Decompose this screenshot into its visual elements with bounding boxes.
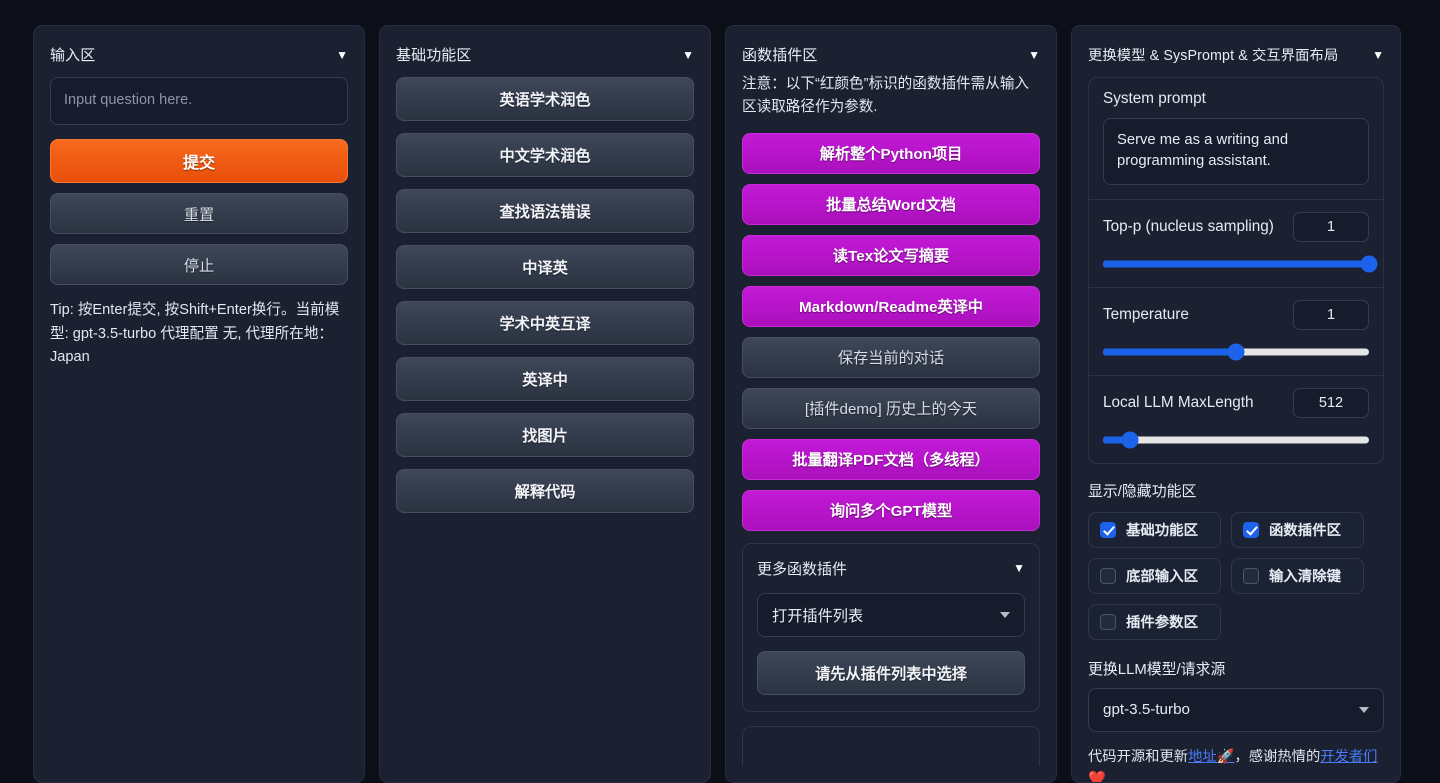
slider-fill [1103, 260, 1369, 268]
plugin-panel: 函数插件区 ▼ 注意：以下“红颜色”标识的函数插件需从输入区读取路径作为参数. … [725, 25, 1057, 783]
top-p-label: Top-p (nucleus sampling) [1103, 217, 1274, 235]
model-params-group: System prompt Serve me as a writing and … [1088, 77, 1384, 464]
toggle-clear-input[interactable]: 输入清除键 [1231, 557, 1364, 594]
slider-track [1103, 436, 1369, 444]
basic-function-button[interactable]: 查找语法错误 [396, 189, 694, 233]
settings-panel-header[interactable]: 更换模型 & SysPrompt & 交互界面布局 ▼ [1088, 40, 1384, 77]
basic-function-button[interactable]: 英译中 [396, 357, 694, 401]
toggle-plugins[interactable]: 函数插件区 [1231, 511, 1364, 548]
slider-knob[interactable] [1121, 431, 1139, 449]
plugin-button[interactable]: 批量翻译PDF文档（多线程） [742, 438, 1040, 480]
plugin-panel-header[interactable]: 函数插件区 ▼ [742, 40, 1040, 77]
plugin-button[interactable]: 解析整个Python项目 [742, 132, 1040, 174]
maxlength-row: Local LLM MaxLength 512 [1089, 374, 1383, 463]
panel-title: 函数插件区 [742, 47, 818, 64]
visibility-toggles-section: 显示/隐藏功能区 基础功能区 函数插件区 底部输入区 输入清除键 插件参数区 [1088, 480, 1384, 640]
chevron-down-icon [1000, 611, 1010, 618]
submit-button[interactable]: 提交 [50, 139, 348, 183]
plugin-list-select[interactable]: 打开插件列表 [757, 592, 1025, 637]
toggle-label: 底部输入区 [1126, 569, 1198, 586]
panel-title: 基础功能区 [396, 47, 472, 64]
maxlength-slider[interactable] [1103, 431, 1369, 449]
chevron-down-icon[interactable]: ▼ [1024, 49, 1040, 61]
slider-knob[interactable] [1227, 343, 1245, 361]
model-select[interactable]: gpt-3.5-turbo [1088, 687, 1384, 732]
more-plugins-header[interactable]: 更多函数插件 ▼ [757, 556, 1025, 593]
maxlength-value[interactable]: 512 [1293, 387, 1369, 418]
plugin-button[interactable]: 保存当前的对话 [742, 336, 1040, 378]
chevron-down-icon[interactable]: ▼ [1009, 562, 1025, 574]
plugin-button[interactable]: 询问多个GPT模型 [742, 489, 1040, 531]
basic-function-button[interactable]: 中文学术润色 [396, 133, 694, 177]
chevron-down-icon[interactable]: ▼ [332, 49, 348, 61]
plugin-button[interactable]: 读Tex论文写摘要 [742, 234, 1040, 276]
toggle-plugin-params[interactable]: 插件参数区 [1088, 603, 1221, 640]
system-prompt-row: System prompt Serve me as a writing and … [1089, 78, 1383, 199]
settings-panel: 更换模型 & SysPrompt & 交互界面布局 ▼ System promp… [1071, 25, 1401, 783]
toggle-label: 函数插件区 [1269, 523, 1341, 540]
checkbox-icon [1100, 613, 1116, 630]
toggle-label: 基础功能区 [1126, 523, 1198, 540]
tip-text: Tip: 按Enter提交, 按Shift+Enter换行。当前模型: gpt-… [50, 302, 340, 366]
top-p-slider[interactable] [1103, 255, 1378, 273]
chevron-down-icon[interactable]: ▼ [1368, 49, 1384, 61]
app-root: 输入区 ▼ Input question here. 提交 重置 停止 Tip:… [0, 0, 1440, 783]
basic-panel-header[interactable]: 基础功能区 ▼ [396, 40, 694, 77]
plugin-list-select-value: 打开插件列表 [772, 607, 864, 625]
toggle-label: 插件参数区 [1126, 615, 1198, 632]
chevron-down-icon[interactable]: ▼ [678, 49, 694, 61]
temperature-label: Temperature [1103, 305, 1189, 323]
model-select-value: gpt-3.5-turbo [1103, 701, 1190, 719]
system-prompt-input[interactable]: Serve me as a writing and programming as… [1103, 118, 1369, 185]
maxlength-label: Local LLM MaxLength [1103, 393, 1254, 411]
checkbox-icon [1243, 567, 1259, 584]
top-p-value[interactable]: 1 [1293, 211, 1369, 242]
system-prompt-label: System prompt [1103, 90, 1206, 107]
model-select-section: 更换LLM模型/请求源 gpt-3.5-turbo [1088, 658, 1384, 732]
toggle-basic-functions[interactable]: 基础功能区 [1088, 511, 1221, 548]
more-plugins-panel: 更多函数插件 ▼ 打开插件列表 请先从插件列表中选择 [742, 542, 1040, 712]
top-p-row: Top-p (nucleus sampling) 1 [1089, 198, 1383, 287]
more-plugins-title: 更多函数插件 [757, 560, 848, 578]
toggle-label: 输入清除键 [1269, 569, 1341, 586]
checkbox-checked-icon [1100, 521, 1116, 538]
toggles-label: 显示/隐藏功能区 [1088, 483, 1197, 500]
checkbox-icon [1100, 567, 1116, 584]
repo-link[interactable]: 地址🚀 [1188, 749, 1234, 765]
chevron-down-icon [1359, 706, 1369, 713]
reset-button[interactable]: 重置 [50, 193, 348, 234]
plugin-button[interactable]: Markdown/Readme英译中 [742, 285, 1040, 327]
basic-function-button[interactable]: 英语学术润色 [396, 77, 694, 121]
basic-function-button[interactable]: 解释代码 [396, 469, 694, 513]
plugin-notice: 注意：以下“红颜色”标识的函数插件需从输入区读取路径作为参数. [742, 76, 1030, 116]
input-panel: 输入区 ▼ Input question here. 提交 重置 停止 Tip:… [33, 25, 365, 783]
panel-title: 更换模型 & SysPrompt & 交互界面布局 [1088, 48, 1339, 64]
plugin-button[interactable]: [插件demo] 历史上的今天 [742, 387, 1040, 429]
toggle-bottom-input[interactable]: 底部输入区 [1088, 557, 1221, 594]
temperature-value[interactable]: 1 [1293, 299, 1369, 330]
footer-text-1: 代码开源和更新 [1088, 748, 1189, 765]
footer-text-2: ，感谢热情的 [1234, 748, 1321, 765]
plugin-button[interactable]: 批量总结Word文档 [742, 183, 1040, 225]
footer-credits: 代码开源和更新地址🚀，感谢热情的开发者们❤️ [1088, 746, 1384, 782]
panel-title: 输入区 [50, 47, 96, 64]
checkbox-checked-icon [1243, 521, 1259, 538]
slider-fill [1103, 348, 1236, 356]
model-label: 更换LLM模型/请求源 [1088, 661, 1226, 678]
plugin-extra-panel-stub[interactable] [742, 725, 1040, 766]
temperature-slider[interactable] [1103, 343, 1369, 361]
basic-functions-panel: 基础功能区 ▼ 英语学术润色 中文学术润色 查找语法错误 中译英 学术中英互译 … [379, 25, 711, 783]
temperature-row: Temperature 1 [1089, 286, 1383, 375]
basic-function-button[interactable]: 中译英 [396, 245, 694, 289]
input-panel-header[interactable]: 输入区 ▼ [50, 40, 348, 77]
slider-knob[interactable] [1360, 255, 1378, 273]
plugin-confirm-button[interactable]: 请先从插件列表中选择 [757, 650, 1025, 695]
stop-button[interactable]: 停止 [50, 244, 348, 285]
basic-function-button[interactable]: 学术中英互译 [396, 301, 694, 345]
basic-function-button[interactable]: 找图片 [396, 413, 694, 457]
question-input[interactable]: Input question here. [50, 77, 348, 125]
